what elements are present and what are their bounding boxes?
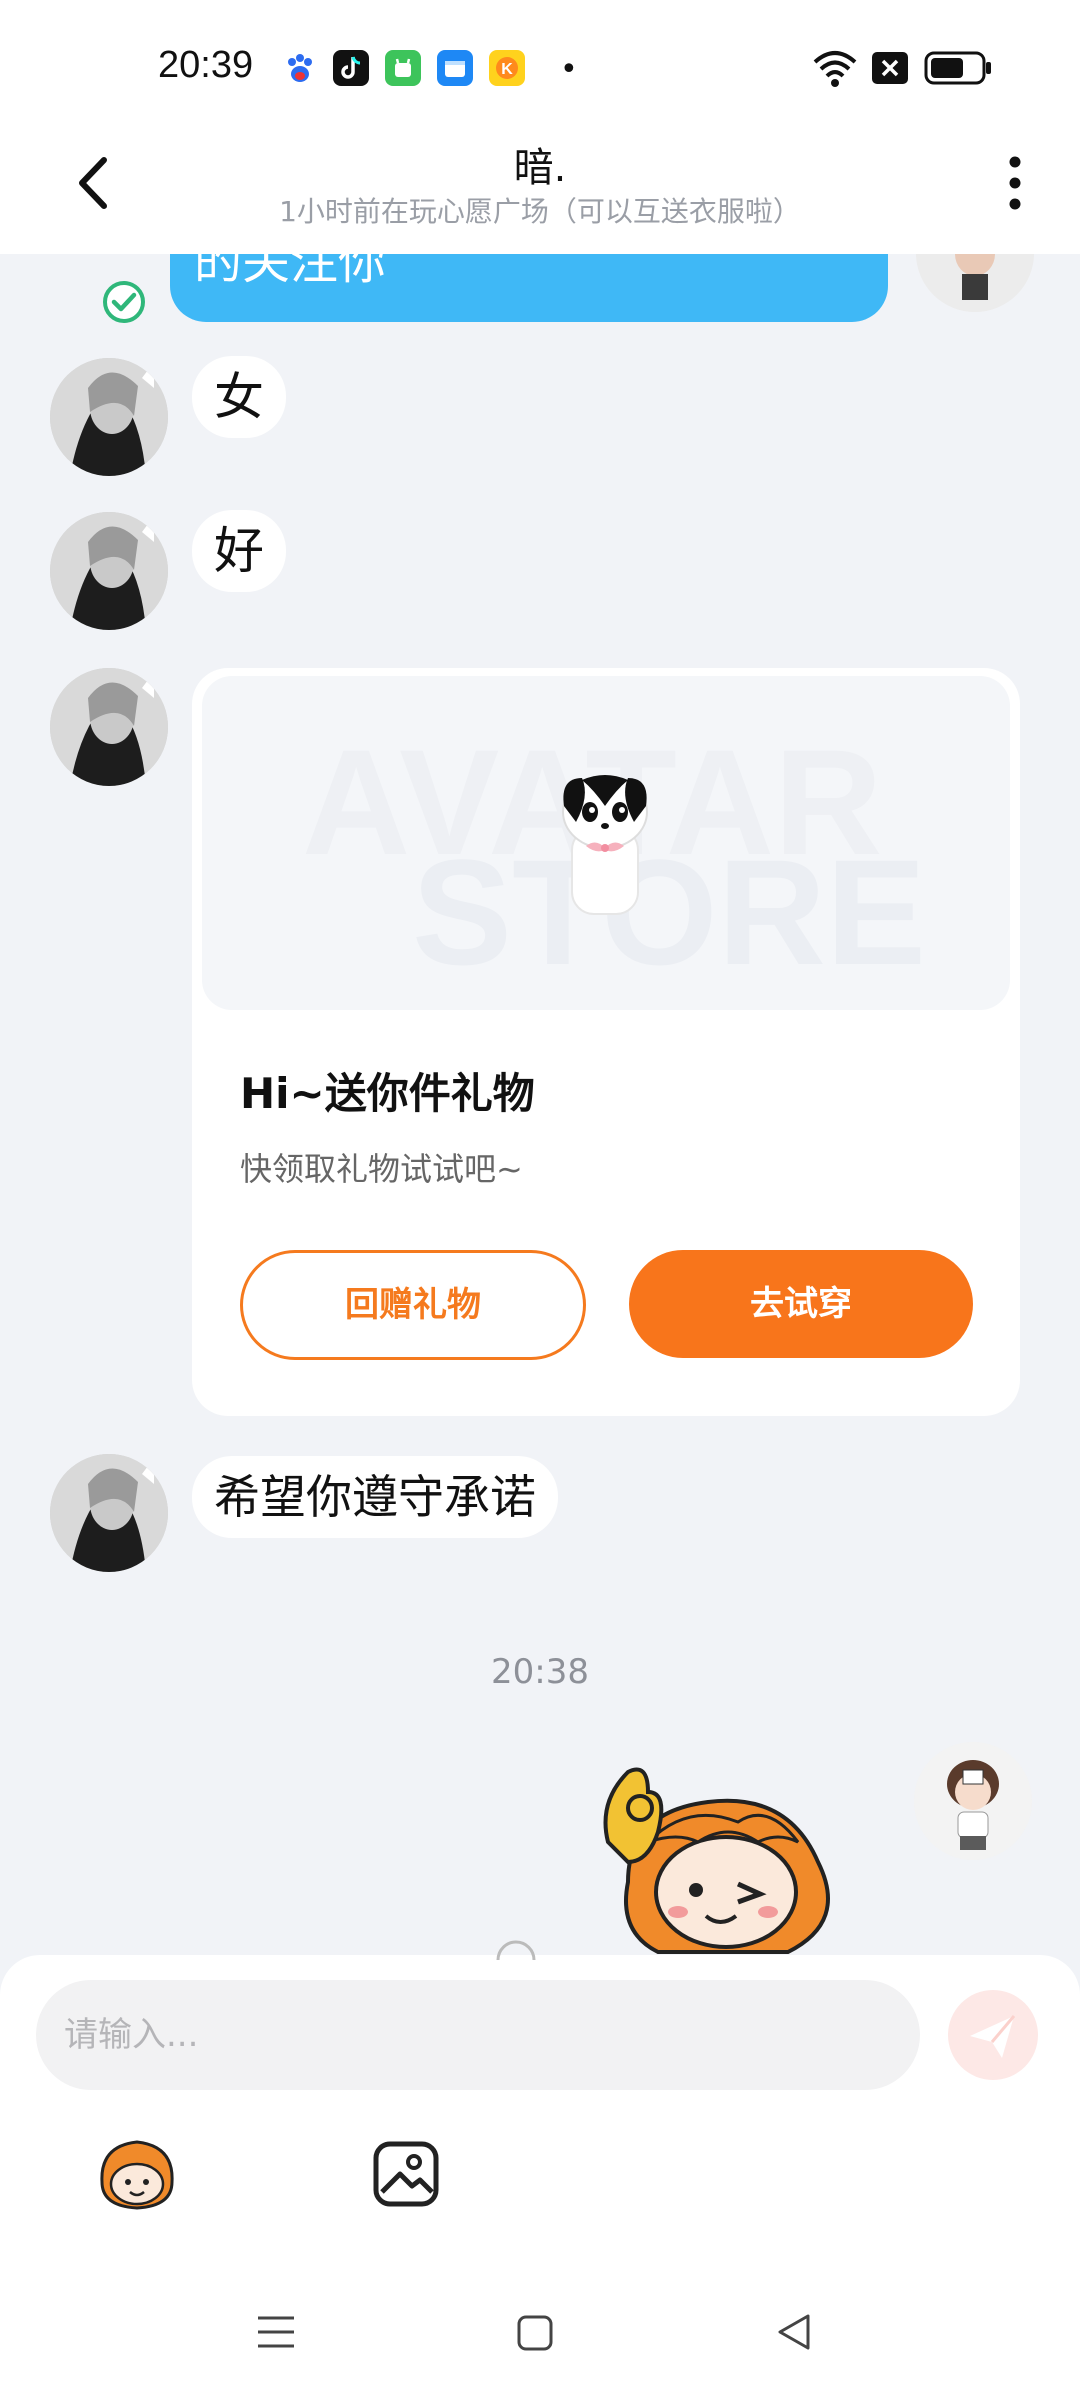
wifi-icon <box>812 48 858 92</box>
friend-avatar[interactable] <box>50 1454 168 1572</box>
friend-avatar[interactable] <box>50 358 168 476</box>
notification-dot: • <box>560 52 578 87</box>
message-text: 好 <box>214 522 264 580</box>
try-on-button[interactable]: 去试穿 <box>629 1250 973 1358</box>
message-text: 希望你遵守承诺 <box>214 1470 536 1524</box>
gift-card-title: Hi~送你件礼物 <box>240 1069 535 1118</box>
more-vertical-icon <box>1009 156 1021 210</box>
panda-plush-icon <box>550 766 660 920</box>
kuwo-music-icon: K <box>489 50 525 86</box>
home-square-icon <box>517 2315 553 2351</box>
watermark-text-store: STORE <box>412 828 927 996</box>
my-avatar[interactable] <box>916 254 1034 312</box>
more-button[interactable] <box>995 150 1035 216</box>
back-triangle-icon <box>778 2314 810 2350</box>
friend-avatar[interactable] <box>50 512 168 630</box>
app-store-green-icon <box>385 50 421 86</box>
sent-check-icon <box>100 278 148 330</box>
gift-card-image: AVATAR STORE <box>202 676 1010 1010</box>
my-avatar[interactable] <box>914 1742 1032 1860</box>
received-message-bubble[interactable]: 好 <box>192 510 286 592</box>
recent-apps-button[interactable] <box>256 2312 296 2356</box>
emoji-sticker-icon <box>100 2140 174 2210</box>
loading-spinner <box>494 1938 538 1966</box>
paper-plane-icon <box>970 2015 1016 2058</box>
svg-text:K: K <box>501 61 513 78</box>
status-time: 20:39 <box>158 44 254 86</box>
gift-card-subtitle: 快领取礼物试试吧~ <box>240 1150 523 1188</box>
sent-message-bubble[interactable]: 的关注你 <box>170 254 888 322</box>
baidu-icon <box>282 50 318 86</box>
battery-icon <box>924 50 994 90</box>
message-timestamp: 20:38 <box>491 1652 589 1692</box>
received-message-bubble[interactable]: 女 <box>192 356 286 438</box>
back-nav-button[interactable] <box>774 2312 814 2356</box>
image-picker-button[interactable] <box>372 2140 440 2212</box>
sent-message-text: 的关注你 <box>194 254 387 290</box>
message-input[interactable] <box>36 1980 920 2090</box>
chat-title: 暗. <box>513 145 567 191</box>
home-button[interactable] <box>516 2314 554 2356</box>
message-text: 女 <box>214 368 264 426</box>
close-notification-icon <box>872 52 908 88</box>
menu-icon <box>258 2316 294 2348</box>
received-message-bubble[interactable]: 希望你遵守承诺 <box>192 1456 558 1538</box>
send-button[interactable] <box>948 1990 1038 2080</box>
files-icon <box>437 50 473 86</box>
friend-avatar[interactable] <box>50 668 168 786</box>
image-icon <box>373 2141 439 2207</box>
tiktok-icon <box>333 50 369 86</box>
return-gift-button[interactable]: 回赠礼物 <box>240 1250 586 1360</box>
sticker-message[interactable] <box>588 1762 848 1954</box>
chat-subtitle: 1小时前在玩心愿广场（可以互送衣服啦） <box>279 195 801 228</box>
emoji-sticker-button[interactable] <box>92 2136 182 2216</box>
